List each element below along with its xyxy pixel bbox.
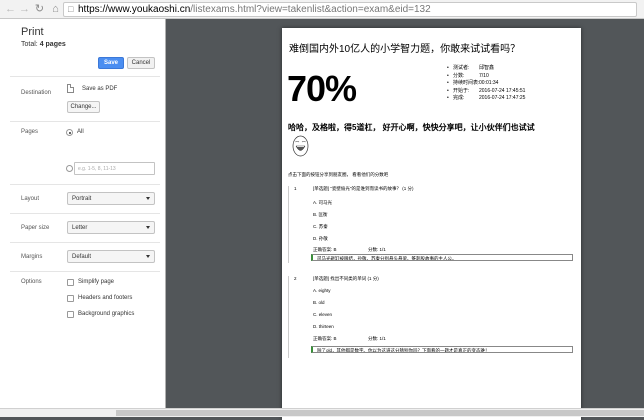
destination-value: Save as PDF (82, 86, 118, 92)
destination-label: Destination (21, 90, 52, 96)
result-headline: 哈哈，及格啦，得5道杠， 好开心啊，快快分享吧，让小伙伴们也试试 (288, 123, 535, 132)
background-graphics-label: Background graphics (78, 311, 135, 317)
page-icon: □ (68, 4, 74, 14)
chevron-down-icon (146, 226, 150, 229)
preview-page: 难倒国内外10亿人的小学智力题，你敢来试试看吗？ 70% • 测试者: 邱智鑫 • 分… (282, 28, 581, 420)
exam-info: • 测试者: 邱智鑫 • 分数: 7/10 • 持续时间表:00:01:34 • 开始于: 2… (447, 65, 525, 103)
info-row: • 开始于: 2016-07-24 17:45:51 (447, 87, 526, 94)
address-bar[interactable]: □ https://www.youkaoshi.cn/listexams.htm… (63, 2, 637, 17)
question-score: 分数: 1/1 (368, 336, 386, 341)
save-button[interactable]: Save (98, 57, 124, 69)
simplify-page-checkbox[interactable] (67, 279, 74, 286)
print-title: Print (21, 26, 44, 38)
browser-toolbar: ← → ↻ ⌂ □ https://www.youkaoshi.cn/liste… (0, 0, 644, 19)
print-preview: 难倒国内外10亿人的小学智力题，你敢来试试看吗？ 70% • 测试者: 邱智鑫 • 分… (167, 19, 644, 420)
change-destination-button[interactable]: Change... (67, 101, 100, 113)
question-number: 1 (294, 186, 297, 191)
option-a: A. eighty (313, 288, 331, 293)
headers-footers-checkbox[interactable] (67, 295, 74, 302)
divider (10, 213, 160, 214)
score-percent: 70% (287, 68, 357, 109)
home-icon[interactable]: ⌂ (49, 2, 62, 16)
scrollbar-thumb[interactable] (116, 410, 644, 416)
headers-footers-label: Headers and footers (78, 295, 133, 301)
horizontal-scrollbar[interactable] (0, 408, 644, 417)
layout-select[interactable]: Portrait (67, 192, 155, 205)
total-pages: Total: 4 pages (21, 41, 66, 48)
pages-range-radio[interactable] (66, 165, 73, 172)
margins-select[interactable]: Default (67, 250, 155, 263)
pages-all-label: All (77, 129, 84, 135)
option-b: B. 匡衡 (313, 212, 328, 217)
correct-answer: 正确答案: B (313, 247, 337, 252)
exam-title: 难倒国内外10亿人的小学智力题，你敢来试试看吗？ (289, 44, 521, 55)
back-arrow-icon[interactable]: ← (4, 2, 17, 16)
forward-arrow-icon[interactable]: → (18, 2, 31, 16)
answer-explanation: 司马光砸缸被眼结，孙敬、苏秦分别悬头悬梁、锥刺股故事的主人公。 (311, 254, 573, 261)
simplify-page-label: Simplify page (78, 279, 115, 285)
question-block: 2 [单选题] 找出不同类的单词 (1 分) A. eighty B. old … (288, 276, 573, 358)
paper-size-select[interactable]: Letter (67, 221, 155, 234)
answer-explanation: 除了old，其他都是数字。你以为这道这分猜别你吗？下面看的一题才是真正的变态难！ (311, 346, 573, 353)
option-c: C. eleven (313, 312, 333, 317)
layout-label: Layout (21, 196, 40, 202)
divider (10, 242, 160, 243)
info-row: • 完成: 2016-07-24 17:47:25 (447, 95, 526, 101)
info-row: • 测试者: 邱智鑫 (447, 65, 495, 71)
share-instruction: 点击下面的按钮分享到朋友圈， 看看他们的分数吧 (288, 172, 389, 177)
paper-size-label: Paper size (21, 225, 50, 231)
question-text: [单选题] 找出不同类的单词 (1 分) (313, 276, 379, 281)
chevron-down-icon (146, 255, 150, 258)
reload-icon[interactable]: ↻ (33, 2, 46, 16)
divider (10, 271, 160, 272)
option-d: D. thirteen (313, 324, 334, 329)
background-graphics-checkbox[interactable] (67, 311, 74, 318)
cancel-button[interactable]: Cancel (127, 57, 155, 69)
option-b: B. old (313, 300, 325, 305)
question-block: 1 [单选题] "瓷壁偷光"的是谁到而读书的故事？ (1 分) A. 司马光 B… (288, 186, 573, 263)
info-row: • 持续时间表:00:01:34 (447, 80, 499, 86)
margins-label: Margins (21, 254, 43, 260)
pages-range-input[interactable]: e.g. 1-5, 8, 11-13 (74, 162, 155, 175)
option-a: A. 司马光 (313, 200, 333, 205)
info-row: • 分数: 7/10 (447, 72, 489, 79)
pdf-file-icon (67, 84, 74, 93)
divider (10, 184, 160, 185)
option-c: C. 苏秦 (313, 224, 328, 229)
question-text: [单选题] "瓷壁偷光"的是谁到而读书的故事？ (1 分) (313, 186, 414, 191)
divider (10, 121, 160, 122)
divider (10, 76, 160, 77)
chevron-down-icon (146, 197, 150, 200)
option-d: D. 孙敬 (313, 236, 328, 241)
pages-all-radio[interactable] (66, 129, 73, 136)
question-score: 分数: 1/1 (368, 247, 386, 252)
question-number: 2 (294, 276, 297, 281)
print-sidebar: Print Total: 4 pages Save Cancel Destina… (0, 19, 166, 408)
url-text: https://www.youkaoshi.cn/listexams.html?… (78, 4, 431, 15)
laughing-face-icon (292, 135, 309, 157)
correct-answer: 正确答案: B (313, 336, 337, 341)
pages-label: Pages (21, 129, 39, 135)
options-label: Options (21, 279, 42, 285)
